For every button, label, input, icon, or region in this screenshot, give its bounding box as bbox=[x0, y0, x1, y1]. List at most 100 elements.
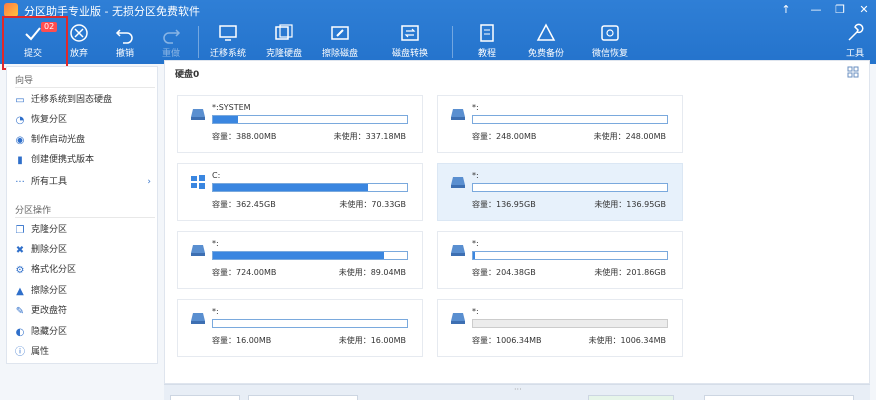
partition-name: C: bbox=[212, 171, 221, 180]
partition-capacity: 容量：724.00MB bbox=[212, 268, 277, 277]
partition-name: *: bbox=[472, 103, 479, 112]
ops-section-title: 分区操作 bbox=[15, 206, 52, 216]
partition-card[interactable]: *: 容量：136.95GB 未使用：136.95GB bbox=[437, 163, 683, 221]
redo-button[interactable]: 重做 bbox=[156, 22, 186, 62]
free-backup-button[interactable]: 免费备份 bbox=[526, 22, 566, 62]
splitter-grip-icon[interactable]: ··· bbox=[514, 385, 522, 394]
sidebar-item-label: 隐藏分区 bbox=[31, 327, 68, 337]
discard-icon bbox=[70, 24, 88, 42]
hide-icon: ◐ bbox=[15, 327, 25, 338]
partition-name: *:SYSTEM bbox=[212, 103, 251, 112]
usage-bar bbox=[212, 115, 408, 124]
partition-free: 未使用：136.95GB bbox=[594, 200, 666, 209]
sidebar-item-clone-partition[interactable]: ❐ 克隆分区 bbox=[15, 221, 155, 239]
partition-capacity: 容量：248.00MB bbox=[472, 132, 537, 141]
partition-card[interactable]: *: 容量：16.00MB 未使用：16.00MB bbox=[177, 299, 423, 357]
usage-bar-fill bbox=[213, 252, 384, 259]
sidebar-item-recover-partition[interactable]: ◔ 恢复分区 bbox=[15, 111, 155, 129]
wechat-recover-icon bbox=[601, 25, 619, 41]
portable-icon: ▮ bbox=[17, 155, 23, 166]
sidebar-item-label: 更改盘符 bbox=[31, 306, 68, 316]
tutorial-label: 教程 bbox=[477, 49, 496, 59]
partition-card[interactable]: *: 容量：204.38GB 未使用：201.86GB bbox=[437, 231, 683, 289]
disk-drive-icon bbox=[191, 109, 205, 120]
free-backup-label: 免费备份 bbox=[527, 49, 564, 59]
wipe-disk-button[interactable]: 擦除磁盘 bbox=[320, 22, 360, 62]
usage-bar bbox=[212, 251, 408, 260]
partition-view: 硬盘0 *:SYSTEM 容量：388.00MB 未使用：337.18MB *: 容量：… bbox=[164, 60, 870, 384]
migrate-os-button[interactable]: 迁移系统 bbox=[208, 22, 248, 62]
usage-bar bbox=[212, 319, 408, 328]
section-divider bbox=[15, 217, 155, 218]
tutorial-icon bbox=[480, 24, 494, 42]
section-divider bbox=[15, 87, 155, 88]
partition-card[interactable]: *:SYSTEM 容量：388.00MB 未使用：337.18MB bbox=[177, 95, 423, 153]
disk-map-segment[interactable] bbox=[588, 395, 674, 400]
partition-card[interactable]: C: 容量：362.45GB 未使用：70.33GB bbox=[177, 163, 423, 221]
partition-capacity: 容量：204.38GB bbox=[472, 268, 536, 277]
partition-card[interactable]: *: 容量：724.00MB 未使用：89.04MB bbox=[177, 231, 423, 289]
sidebar-item-label: 格式化分区 bbox=[31, 265, 77, 275]
disk-map-segment[interactable] bbox=[248, 395, 358, 400]
recover-icon: ◔ bbox=[15, 115, 25, 126]
disc-icon: ◉ bbox=[15, 135, 25, 146]
sidebar-item-label: 迁移系统到固态硬盘 bbox=[31, 95, 113, 105]
maximize-button[interactable]: ❐ bbox=[828, 2, 852, 18]
undo-button[interactable]: 撤销 bbox=[110, 22, 140, 62]
disk-convert-label: 磁盘转换 bbox=[391, 49, 428, 59]
update-icon[interactable]: ↑ bbox=[774, 2, 798, 18]
migrate-os-label: 迁移系统 bbox=[209, 49, 246, 59]
tools-label: 工具 bbox=[845, 49, 864, 59]
sidebar-item-label: 删除分区 bbox=[31, 245, 68, 255]
sidebar-item-properties[interactable]: ⓘ 属性 bbox=[15, 343, 155, 361]
minimize-button[interactable]: — bbox=[804, 2, 828, 18]
wipe-disk-icon bbox=[331, 26, 349, 40]
sidebar-item-portable[interactable]: ▮ 创建便携式版本 bbox=[15, 151, 155, 169]
partition-free: 未使用：89.04MB bbox=[338, 268, 406, 277]
sidebar-item-change-letter[interactable]: ✎ 更改盘符 bbox=[15, 302, 155, 320]
monitor-icon: ▭ bbox=[15, 95, 25, 106]
close-button[interactable]: ✕ bbox=[852, 2, 876, 18]
sidebar-item-all-tools[interactable]: ··· 所有工具 › bbox=[15, 173, 155, 191]
partition-card[interactable]: *: 容量：248.00MB 未使用：248.00MB bbox=[437, 95, 683, 153]
partition-name: *: bbox=[212, 307, 219, 316]
disk-map-segment[interactable] bbox=[704, 395, 854, 400]
partition-card[interactable]: *: 容量：1006.34MB 未使用：1006.34MB bbox=[437, 299, 683, 357]
view-toggle-icon[interactable] bbox=[847, 66, 859, 78]
wipe-icon: ▲ bbox=[16, 286, 24, 297]
clone-disk-button[interactable]: 克隆硬盘 bbox=[264, 22, 304, 62]
sidebar-item-format-partition[interactable]: ⚙ 格式化分区 bbox=[15, 261, 155, 279]
wechat-recover-button[interactable]: 微信恢复 bbox=[590, 22, 630, 62]
wechat-recover-label: 微信恢复 bbox=[591, 49, 628, 59]
partition-name: *: bbox=[212, 239, 219, 248]
usage-bar bbox=[472, 115, 668, 124]
discard-button[interactable]: 放弃 bbox=[64, 22, 94, 62]
delete-icon: ✖ bbox=[15, 245, 25, 256]
backup-icon bbox=[536, 23, 556, 41]
sidebar-item-wipe-partition[interactable]: ▲ 擦除分区 bbox=[15, 282, 155, 300]
sidebar-item-delete-partition[interactable]: ✖ 删除分区 bbox=[15, 241, 155, 259]
usage-bar bbox=[472, 251, 668, 260]
partition-capacity: 容量：136.95GB bbox=[472, 200, 536, 209]
partition-free: 未使用：70.33GB bbox=[339, 200, 406, 209]
sidebar-item-boot-disc[interactable]: ◉ 制作启动光盘 bbox=[15, 131, 155, 149]
disk-map-segment[interactable] bbox=[170, 395, 240, 400]
sidebar: 向导 ▭ 迁移系统到固态硬盘 ◔ 恢复分区 ◉ 制作启动光盘 ▮ 创建便携式版本 ···… bbox=[6, 66, 158, 364]
sidebar-item-migrate-ssd[interactable]: ▭ 迁移系统到固态硬盘 bbox=[15, 91, 155, 109]
title-bar: 分区助手专业版 - 无损分区免费软件 ↑ — ❐ ✕ bbox=[0, 0, 876, 20]
disk-title: 硬盘0 bbox=[175, 70, 200, 80]
usage-bar bbox=[472, 183, 668, 192]
sidebar-item-hide-partition[interactable]: ◐ 隐藏分区 bbox=[15, 323, 155, 341]
partition-capacity: 容量：1006.34MB bbox=[472, 336, 542, 345]
undo-icon bbox=[115, 29, 133, 44]
wizard-section-title: 向导 bbox=[15, 76, 34, 86]
tools-button[interactable]: 工具 bbox=[840, 22, 870, 62]
disk-convert-button[interactable]: 磁盘转换 bbox=[390, 22, 430, 62]
disk-map-strip: ··· bbox=[164, 384, 870, 400]
sidebar-item-label: 恢复分区 bbox=[31, 115, 68, 125]
migrate-os-icon bbox=[219, 25, 237, 41]
usage-bar bbox=[472, 319, 668, 328]
discard-label: 放弃 bbox=[69, 49, 88, 59]
partition-name: *: bbox=[472, 307, 479, 316]
tutorial-button[interactable]: 教程 bbox=[472, 22, 502, 62]
